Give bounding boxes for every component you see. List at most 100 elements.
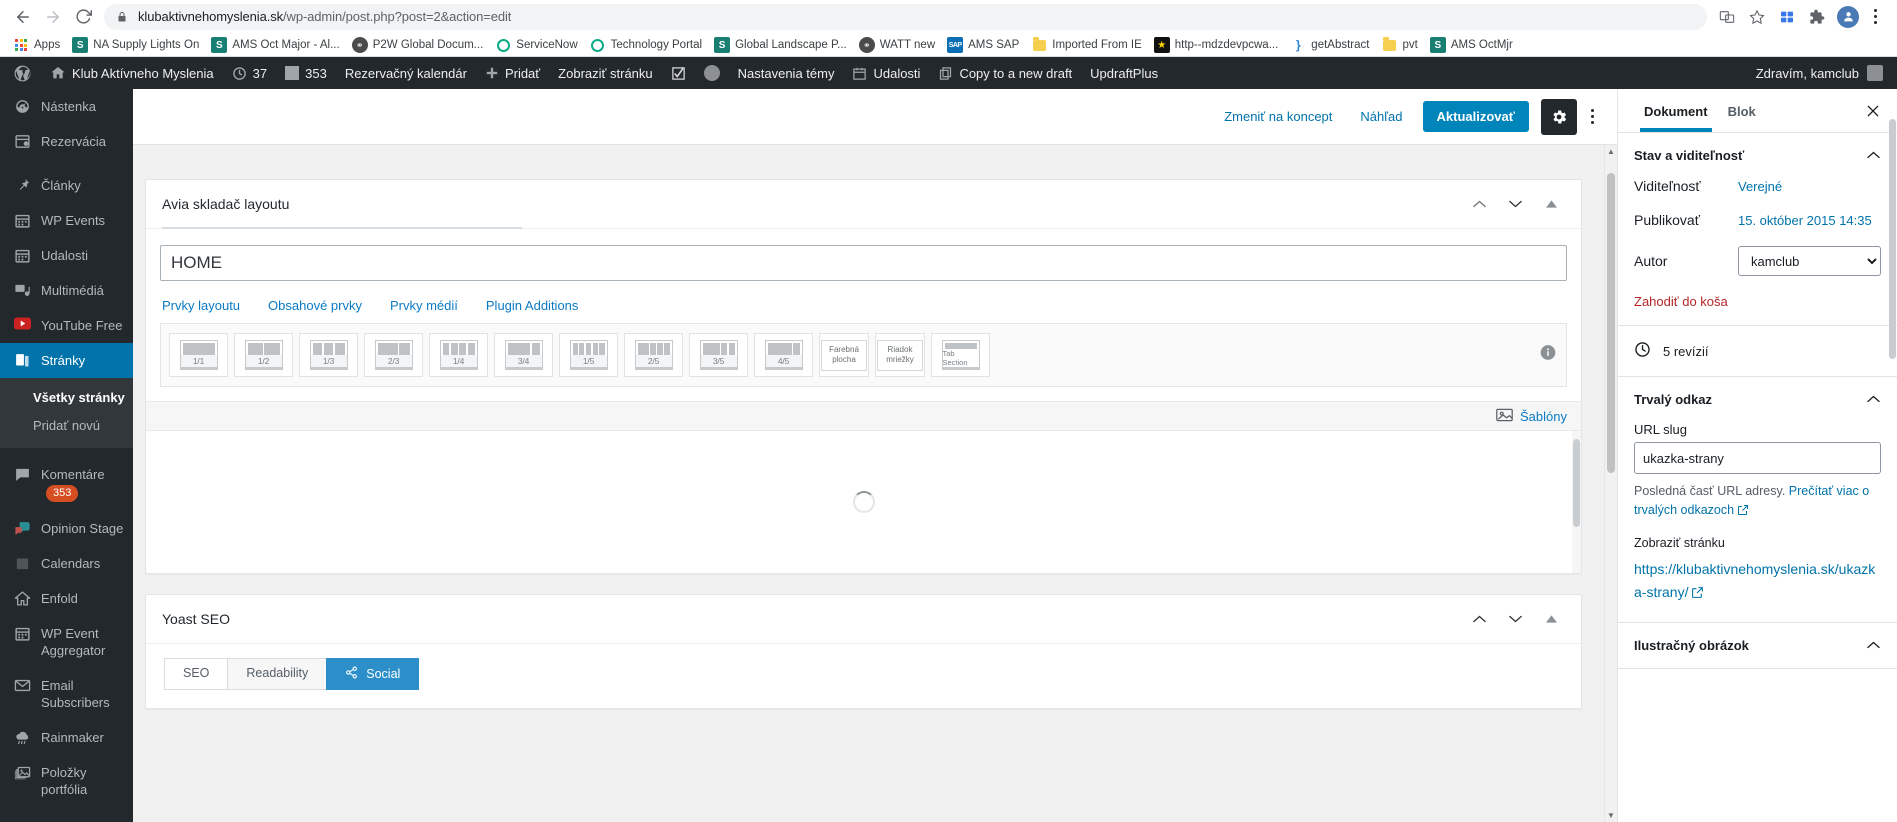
layout-element-2-5[interactable]: 2/5 — [624, 333, 683, 377]
sidebar-item-udalosti[interactable]: Udalosti — [0, 238, 133, 273]
chevron-up-icon[interactable] — [1461, 190, 1497, 218]
permalink-panel-header[interactable]: Trvalý odkaz — [1634, 377, 1881, 422]
sidebar-item-e-shop[interactable]: E-shop — [0, 816, 133, 822]
switch-to-draft-button[interactable]: Zmeniť na koncept — [1210, 109, 1346, 124]
back-arrow-icon[interactable] — [8, 2, 38, 32]
templates-bar[interactable]: Šablóny — [146, 401, 1581, 431]
adminbar-item-udalosti[interactable]: Udalosti — [843, 57, 929, 89]
status-panel-header[interactable]: Stav a viditeľnosť — [1634, 133, 1881, 178]
apps-shortcut[interactable]: Apps — [8, 35, 67, 55]
scroll-up-arrow[interactable]: ▲ — [1605, 145, 1617, 158]
bookmark-item[interactable]: Imported From IE — [1026, 35, 1148, 55]
forward-arrow-icon[interactable] — [38, 2, 68, 32]
bookmark-item[interactable]: pvt — [1376, 35, 1424, 55]
layout-element-2-3[interactable]: 2/3 — [364, 333, 423, 377]
adminbar-item-zobrazit-stranku[interactable]: Zobraziť stránku — [549, 57, 661, 89]
browser-menu-icon[interactable] — [1861, 3, 1889, 31]
avia-builder-canvas[interactable] — [146, 431, 1581, 573]
tab-prvky-medii[interactable]: Prvky médií — [390, 298, 458, 313]
updates-menu[interactable]: 37 — [223, 57, 276, 89]
comments-menu[interactable]: 353 — [276, 57, 336, 89]
bookmark-item[interactable]: } getAbstract — [1285, 35, 1376, 55]
adminbar-account[interactable]: Zdravím, kamclub — [1756, 65, 1897, 81]
visibility-value-button[interactable]: Verejné — [1738, 179, 1782, 194]
page-title-input[interactable] — [160, 245, 1567, 281]
sidebar-item-polo-ky-portf-lia[interactable]: Položky portfólia — [0, 755, 133, 807]
gear-icon[interactable] — [1541, 98, 1577, 135]
adminbar-item-rezervacny-kalendar[interactable]: Rezervačný kalendár — [336, 57, 476, 89]
close-icon[interactable] — [1855, 93, 1891, 129]
sidebar-item-wp-events[interactable]: WP Events — [0, 203, 133, 238]
tab-readability[interactable]: Readability — [227, 658, 328, 690]
scroll-down-arrow[interactable]: ▼ — [1605, 809, 1617, 822]
translate-icon[interactable] — [1713, 3, 1741, 31]
triangle-up-icon[interactable] — [1533, 190, 1569, 218]
bookmark-item[interactable]: ⚭ WATT new — [854, 35, 942, 55]
bookmark-star-icon[interactable] — [1743, 3, 1771, 31]
chevron-down-icon[interactable] — [1497, 605, 1533, 633]
tab-prvky-layoutu[interactable]: Prvky layoutu — [162, 298, 240, 313]
layout-element-tab-section[interactable]: Tab Section — [931, 333, 990, 377]
profile-avatar[interactable] — [1837, 5, 1859, 28]
featured-image-panel-header[interactable]: Ilustračný obrázok — [1634, 623, 1881, 668]
bookmark-item[interactable]: S Global Landscape P... — [709, 35, 854, 55]
layout-element-farebn-[interactable]: Farebná plocha — [819, 333, 869, 377]
adminbar-item-pridat[interactable]: Pridať — [476, 57, 549, 89]
chevron-up-icon[interactable] — [1461, 605, 1497, 633]
layout-element-1-1[interactable]: 1/1 — [169, 333, 228, 377]
sidebar-item-email-subscribers[interactable]: Email Subscribers — [0, 668, 133, 720]
chevron-down-icon[interactable] — [1497, 190, 1533, 218]
reload-icon[interactable] — [68, 2, 98, 32]
view-page-link[interactable]: https://klubaktivnehomyslenia.sk/ukazka-… — [1634, 558, 1881, 622]
bookmark-item[interactable]: ★ http--mdzdevpcwa... — [1149, 35, 1286, 55]
sidebar-item-wp-event-aggregator[interactable]: WP Event Aggregator — [0, 616, 133, 668]
sidebar-item-rainmaker[interactable]: Rainmaker — [0, 720, 133, 755]
site-name-menu[interactable]: Klub Aktívneho Myslenia — [41, 57, 223, 89]
address-bar[interactable]: klubaktivnehomyslenia.sk/wp-admin/post.p… — [104, 3, 1707, 30]
sidebar-item-youtube-free[interactable]: YouTube Free — [0, 308, 133, 343]
adminbar-item-circle[interactable] — [695, 57, 729, 89]
url-slug-input[interactable] — [1634, 442, 1881, 474]
layout-element-1-5[interactable]: 1/5 — [559, 333, 618, 377]
preview-button[interactable]: Náhľad — [1346, 109, 1416, 124]
bookmark-item[interactable]: ⚭ P2W Global Docum... — [347, 35, 491, 55]
tab-obsahove-prvky[interactable]: Obsahové prvky — [268, 298, 362, 313]
tab-seo[interactable]: SEO — [164, 658, 229, 690]
tab-blok[interactable]: Blok — [1718, 91, 1766, 131]
sidebar-item-pridat-novu[interactable]: Pridať novú — [0, 412, 133, 440]
author-select[interactable]: kamclub — [1738, 246, 1881, 276]
adminbar-item-updraftplus[interactable]: UpdraftPlus — [1081, 57, 1167, 89]
move-to-trash-button[interactable]: Zahodiť do koša — [1634, 294, 1881, 325]
extensions-puzzle-icon[interactable] — [1803, 3, 1831, 31]
adminbar-item-copy-to-new-draft[interactable]: Copy to a new draft — [929, 57, 1081, 89]
bookmark-item[interactable]: ServiceNow — [490, 35, 584, 55]
cast-icon[interactable] — [1773, 3, 1801, 31]
layout-element-riadok[interactable]: Riadok mriežky — [875, 333, 925, 377]
bookmark-item[interactable]: S AMS OctMjr — [1425, 35, 1520, 55]
wordpress-logo-icon[interactable] — [4, 57, 41, 89]
bookmark-item[interactable]: S AMS Oct Major - Al... — [206, 35, 346, 55]
revisions-link[interactable]: 5 revízií — [1634, 326, 1881, 376]
sidebar-item-koment-re[interactable]: Komentáre353 — [0, 457, 133, 511]
sidebar-item-enfold[interactable]: Enfold — [0, 581, 133, 616]
sidebar-item-str-nky[interactable]: Stránky — [0, 343, 133, 378]
adminbar-item-checkmark[interactable] — [662, 57, 695, 89]
info-icon[interactable] — [1540, 345, 1556, 366]
sidebar-item-opinion-stage[interactable]: Opinion Stage — [0, 511, 133, 546]
sidebar-item-vsetky-stranky[interactable]: Všetky stránky — [0, 384, 133, 412]
editor-scrollbar[interactable]: ▲ ▼ — [1604, 145, 1617, 822]
sidebar-item-n-stenka[interactable]: Nástenka — [0, 89, 133, 124]
publish-date-button[interactable]: 15. október 2015 14:35 — [1738, 213, 1872, 228]
bookmark-item[interactable]: Technology Portal — [585, 35, 709, 55]
tab-social[interactable]: Social — [326, 658, 420, 690]
settings-scrollbar[interactable] — [1888, 89, 1897, 822]
layout-element-3-5[interactable]: 3/5 — [689, 333, 748, 377]
layout-element-3-4[interactable]: 3/4 — [494, 333, 553, 377]
tab-plugin-additions[interactable]: Plugin Additions — [486, 298, 579, 313]
triangle-up-icon[interactable] — [1533, 605, 1569, 633]
sidebar-item-multim-di[interactable]: Multimédiá — [0, 273, 133, 308]
layout-element-1-3[interactable]: 1/3 — [299, 333, 358, 377]
sidebar-item-rezerv-cia[interactable]: Rezervácia — [0, 124, 133, 159]
adminbar-item-nastavenia-temy[interactable]: Nastavenia témy — [729, 57, 844, 89]
builder-scrollbar[interactable] — [1572, 431, 1581, 573]
